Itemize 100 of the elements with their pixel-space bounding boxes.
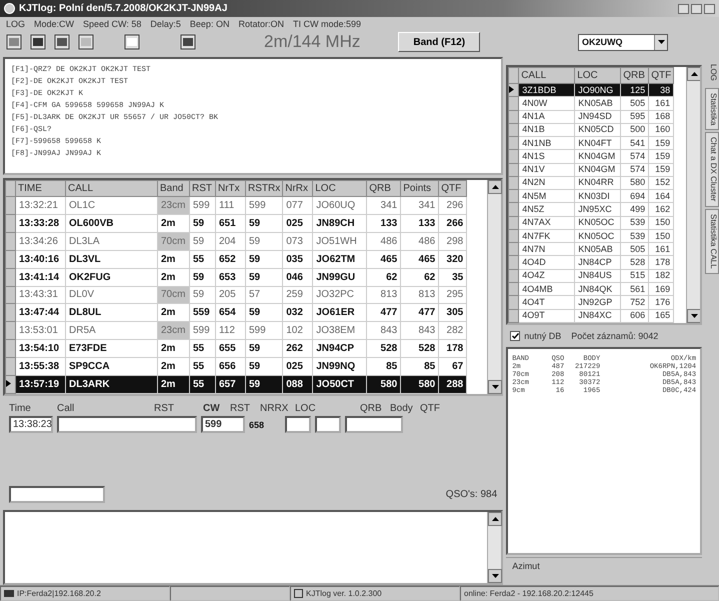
call-row[interactable]: 4N2N KN04RR 580 152 (508, 176, 674, 190)
side-tab[interactable]: Statistika (705, 88, 719, 130)
scroll-down-icon (492, 385, 499, 389)
scroll-down-button[interactable] (488, 569, 502, 583)
minimize-button[interactable] (678, 4, 689, 14)
column-header[interactable]: NrTx (216, 180, 246, 196)
toolbar-icon[interactable] (78, 34, 94, 50)
menu-item[interactable]: Delay:5 (150, 18, 181, 28)
locator-field[interactable] (345, 416, 403, 433)
column-header[interactable]: LOC (312, 180, 367, 196)
table-cell: 13:32:21 (16, 196, 66, 214)
side-tab[interactable]: Statistika CALL (705, 208, 719, 274)
call-row[interactable]: 4N0W KN05AB 505 161 (508, 96, 674, 110)
table-cell: JN94SD (574, 110, 621, 124)
toolbar-icon[interactable] (180, 34, 196, 50)
call-row[interactable]: 4N1V KN04GM 574 159 (508, 163, 674, 176)
call-row[interactable]: 4N1NB KN04FT 541 159 (508, 136, 674, 150)
checkbox[interactable] (510, 331, 520, 341)
column-header[interactable]: QRB (366, 180, 401, 196)
log-row[interactable]: 13:57:19 DL3ARK 2m 55 657 59 088 JO50CT 580 580 288 (6, 376, 467, 394)
log-row[interactable]: 13:40:16 DL3VL 2m 55 652 59 035 JO62TM 465 465 320 (6, 250, 467, 268)
toolbar-icon[interactable] (6, 34, 22, 50)
column-header[interactable]: Band (158, 180, 190, 196)
table-cell: 465 (366, 250, 401, 268)
table-cell: JN84XC (574, 309, 621, 322)
toolbar-icon[interactable] (30, 34, 46, 50)
call-row[interactable]: 4N7N KN05AB 505 161 (508, 242, 674, 256)
call-row[interactable]: 4N7FK KN05OC 539 150 (508, 229, 674, 243)
log-row[interactable]: 13:41:14 OK2FUG 2m 59 653 59 046 JN99GU 62 62 35 (6, 268, 467, 286)
scroll-down-icon (690, 314, 698, 318)
call-row[interactable]: 4O4T JN92GP 752 176 (508, 296, 674, 310)
column-header[interactable]: CALL (66, 180, 158, 196)
call-row[interactable]: 4N1B KN05CD 500 160 (508, 123, 674, 137)
status-text: KJTlog ver. 1.0.2.300 (306, 589, 382, 598)
log-row[interactable]: 13:32:21 OL1C 23cm 599 111 599 077 JO60UQ 341 341 296 (6, 196, 467, 214)
column-header[interactable]: NrRx (282, 180, 313, 196)
log-row[interactable]: 13:43:31 DL0V 70cm 59 205 57 259 JO32PC 813 813 295 (6, 286, 467, 304)
log-row[interactable]: 13:54:10 E73FDE 2m 55 655 59 262 JN94CP 528 528 178 (6, 340, 467, 358)
info-icon (294, 589, 303, 598)
column-header[interactable]: QRB (620, 68, 649, 84)
column-header[interactable]: LOC (574, 68, 621, 84)
log-row[interactable]: 13:33:28 OL600VB 2m 59 651 59 025 JN89CH 133 133 266 (6, 214, 467, 232)
column-header[interactable]: TIME (16, 180, 66, 196)
table-cell: 111 (216, 196, 246, 214)
call-row[interactable]: 4O4Z JN84US 515 182 (508, 269, 674, 282)
field-label: Call (57, 403, 76, 414)
menu-item[interactable]: Beep: ON (190, 18, 230, 28)
table-cell: 13:40:16 (16, 250, 66, 268)
toolbar-icon[interactable] (54, 34, 70, 50)
call-row[interactable]: 4N5Z JN95XC 499 162 (508, 202, 674, 216)
side-tab[interactable]: Chat a DX Cluster (705, 132, 719, 207)
call-row[interactable]: 4O4D JN84CP 528 178 (508, 256, 674, 270)
call-row[interactable]: 4N5M KN03DI 694 164 (508, 190, 674, 203)
table-cell: 654 (216, 304, 246, 322)
log-row[interactable]: 13:55:38 SP9CCA 2m 55 656 59 025 JN99NQ 85 85 67 (6, 358, 467, 376)
column-header[interactable]: QTF (648, 68, 674, 84)
call-row[interactable]: 4N1A JN94SD 595 168 (508, 110, 674, 124)
table-cell: 2m (158, 304, 190, 322)
band-button[interactable]: Band (F12) (398, 32, 480, 52)
menu-item[interactable]: Speed CW: 58 (83, 18, 142, 28)
window-icon[interactable] (124, 34, 140, 50)
note-field[interactable] (9, 486, 105, 503)
menu-item[interactable]: TI CW mode:599 (292, 18, 361, 28)
operator-dropdown[interactable]: OK2UWQ (578, 34, 668, 50)
table-cell: 13:41:14 (16, 268, 66, 286)
log-row[interactable]: 13:34:26 DL3LA 70cm 59 204 59 073 JO51WH 486 486 298 (6, 232, 467, 250)
table-cell: 259 (282, 286, 313, 304)
table-cell: 55 (190, 376, 216, 394)
maximize-button[interactable] (691, 4, 702, 14)
column-header[interactable]: RSTRx (246, 180, 283, 196)
rst-sent-field[interactable]: 599 (201, 416, 245, 433)
table-cell: 178 (438, 340, 467, 358)
table-cell: 55 (190, 358, 216, 376)
scroll-down-button[interactable] (488, 380, 502, 394)
table-cell: 3Z1BDB (518, 84, 575, 97)
log-row[interactable]: 13:53:01 DR5A 23cm 599 112 599 102 JO38EM 843 843 282 (6, 322, 467, 340)
menu-item[interactable]: LOG (6, 18, 26, 28)
close-button[interactable] (704, 4, 715, 14)
column-header[interactable]: Points (400, 180, 439, 196)
scroll-up-button[interactable] (488, 512, 502, 526)
number-received-field[interactable] (315, 416, 341, 433)
table-cell: 528 (400, 340, 439, 358)
scroll-up-button[interactable] (488, 180, 502, 194)
call-row[interactable]: 4N1S KN04GM 574 159 (508, 150, 674, 164)
call-field[interactable] (57, 416, 197, 433)
log-row[interactable]: 13:47:44 DL8UL 2m 559 654 59 032 JO61ER 477 477 305 (6, 304, 467, 322)
message-area[interactable] (3, 510, 504, 585)
menu-item[interactable]: Rotator:ON (238, 18, 284, 28)
column-header[interactable]: CALL (518, 68, 575, 84)
call-row[interactable]: 4O4MB JN84QK 561 169 (508, 282, 674, 296)
menu-item[interactable]: Mode:CW (34, 18, 74, 28)
scroll-up-button[interactable] (687, 67, 700, 81)
scroll-down-button[interactable] (687, 309, 700, 323)
time-field[interactable]: 13:38:23 (9, 416, 53, 433)
call-row[interactable]: 4O9T JN84XC 606 165 (508, 309, 674, 322)
column-header[interactable]: RST (190, 180, 216, 196)
call-row[interactable]: 3Z1BDB JO90NG 125 38 (508, 84, 674, 97)
rst-received-field[interactable] (285, 416, 311, 433)
call-row[interactable]: 4N7AX KN05OC 539 150 (508, 216, 674, 230)
column-header[interactable]: QTF (438, 180, 467, 196)
